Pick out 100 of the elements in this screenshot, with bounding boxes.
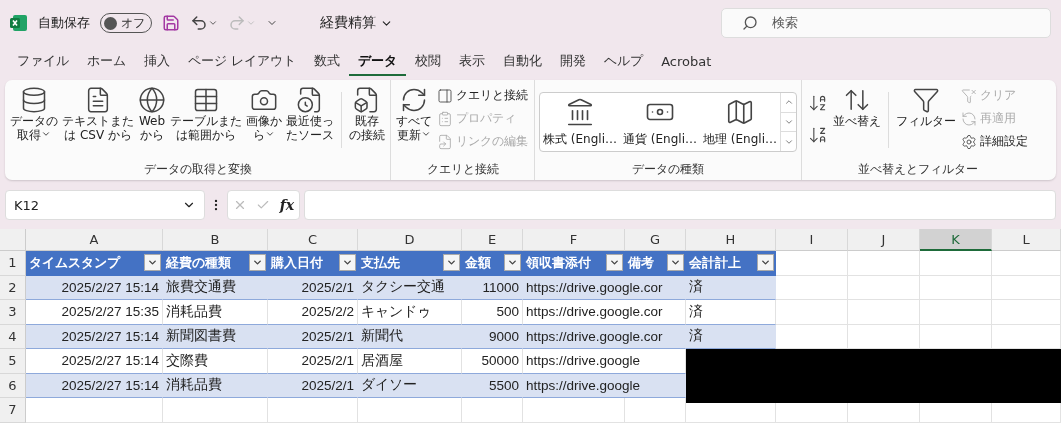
globe-icon [138, 86, 166, 114]
table-cell: 500 [462, 300, 523, 325]
search-field[interactable]: 検索 [721, 8, 1051, 38]
table-icon [192, 86, 220, 114]
undo-button[interactable] [190, 14, 218, 32]
empty-cell [992, 251, 1061, 276]
filter-dropdown-button[interactable] [144, 254, 161, 272]
column-header[interactable]: H [686, 229, 776, 251]
table-cell: 2025/2/27 15:14 [26, 275, 163, 300]
column-header[interactable]: L [992, 229, 1061, 251]
caret-icon [208, 18, 218, 28]
empty-cell [625, 398, 686, 423]
gallery-item[interactable]: 株式 (Engli… [540, 93, 620, 151]
column-header[interactable]: F [523, 229, 625, 251]
caret-icon [246, 18, 256, 28]
column-title: タイムスタンプ [29, 253, 120, 272]
table-cell: 済 [686, 324, 776, 349]
ribbon-tab[interactable]: ファイル [8, 48, 78, 76]
table-cell: 居酒屋 [358, 349, 462, 374]
ribbon-tab[interactable]: ヘルプ [595, 48, 653, 76]
row-number[interactable]: 7 [0, 398, 26, 423]
ribbon-tab[interactable]: ページ レイアウト [179, 48, 306, 76]
column-header[interactable]: E [462, 229, 523, 251]
table-cell: 済 [686, 275, 776, 300]
table-cell: 旅費交通費 [163, 275, 268, 300]
filter-dropdown-button[interactable] [606, 254, 623, 272]
group-label: データの取得と変換 [143, 161, 252, 178]
filter-dropdown-button[interactable] [667, 254, 684, 272]
caret-icon [41, 129, 51, 139]
ribbon-button[interactable]: 詳細設定 [959, 132, 1030, 151]
table-cell: 50000 [462, 349, 523, 374]
formula-input-field[interactable] [304, 190, 1056, 220]
row-number[interactable]: 3 [0, 300, 26, 325]
table-cell: 2025/2/1 [268, 373, 358, 398]
ribbon-tab[interactable]: 挿入 [135, 48, 179, 76]
ribbon-button[interactable]: 最近使っ たソース [285, 84, 335, 144]
ribbon-button[interactable]: 既存 の接続 [348, 84, 386, 144]
reapply-icon [961, 110, 977, 127]
ribbon-tab[interactable]: 自動化 [494, 48, 552, 76]
ribbon-button[interactable]: フィルター [895, 84, 957, 130]
row-number[interactable]: 4 [0, 324, 26, 349]
ribbon-tab[interactable]: データ [349, 48, 407, 76]
ribbon-tab[interactable]: 数式 [305, 48, 350, 76]
ribbon-tab[interactable]: 開発 [551, 48, 596, 76]
filter-dropdown-button[interactable] [757, 254, 774, 272]
ribbon-button[interactable]: 画像か ら [245, 84, 283, 144]
ribbon-button[interactable]: テキストまた は CSV から [61, 84, 135, 144]
table-cell: https://drive.google.cor [523, 275, 686, 300]
file-name-button[interactable]: 経費精算 [314, 13, 399, 33]
link-document-icon [437, 133, 453, 150]
column-header[interactable]: B [163, 229, 268, 251]
group-label: 並べ替えとフィルター [858, 161, 978, 178]
save-button[interactable] [162, 14, 180, 32]
filter-dropdown-button[interactable] [339, 254, 356, 272]
column-title: 購入日付 [271, 253, 323, 272]
column-header[interactable]: D [358, 229, 462, 251]
group-label: クエリと接続 [426, 161, 499, 178]
row-number[interactable]: 5 [0, 349, 26, 374]
column-header[interactable]: A [26, 229, 163, 251]
empty-cell [848, 251, 920, 276]
ribbon-button[interactable]: 並べ替え [832, 84, 882, 130]
name-box[interactable]: K12 [5, 190, 205, 220]
empty-cell [920, 251, 992, 276]
search-icon [742, 15, 758, 31]
table-cell: 5500 [462, 373, 523, 398]
row-number[interactable]: 1 [0, 251, 26, 276]
table-cell: 9000 [462, 324, 523, 349]
check-icon[interactable] [256, 198, 271, 212]
ribbon-tab[interactable]: 校閲 [406, 48, 451, 76]
column-header[interactable]: C [268, 229, 358, 251]
filter-dropdown-button[interactable] [443, 254, 460, 272]
ribbon-tab[interactable]: 表示 [450, 48, 495, 76]
table-cell: 2025/2/27 15:14 [26, 349, 163, 374]
caret-icon [421, 129, 431, 139]
ribbon-tab[interactable]: Acrobat [652, 49, 721, 75]
column-header[interactable]: J [848, 229, 920, 251]
column-title: 会計計上 [689, 253, 741, 272]
ribbon-button[interactable]: データの 取得 [9, 84, 59, 144]
ribbon-tab[interactable]: ホーム [78, 48, 135, 76]
column-header[interactable]: K [920, 229, 992, 251]
ribbon-button[interactable]: クエリと接続 [435, 86, 530, 105]
gallery-item[interactable]: 地理 (Engli… [700, 93, 780, 151]
sort-ascending-icon [808, 93, 828, 113]
table-cell: 2025/2/1 [268, 324, 358, 349]
table-cell: 交際費 [163, 349, 268, 374]
empty-cell [462, 398, 523, 423]
ribbon-button[interactable]: テーブルまた は範囲から [169, 84, 243, 144]
gallery-item[interactable]: 通貨 (Engli… [620, 93, 700, 151]
row-number[interactable]: 6 [0, 373, 26, 398]
ribbon-button[interactable]: すべて 更新 [395, 84, 433, 144]
insert-function-button[interactable]: fx [279, 197, 295, 213]
filter-icon [912, 86, 940, 114]
table-cell: タクシー交通 [358, 275, 462, 300]
filter-dropdown-button[interactable] [504, 254, 521, 272]
row-number[interactable]: 2 [0, 275, 26, 300]
filter-dropdown-button[interactable] [249, 254, 266, 272]
column-header[interactable]: G [625, 229, 686, 251]
ribbon-button[interactable]: Web から [137, 84, 167, 144]
table-cell: 済 [686, 300, 776, 325]
column-header[interactable]: I [776, 229, 848, 251]
